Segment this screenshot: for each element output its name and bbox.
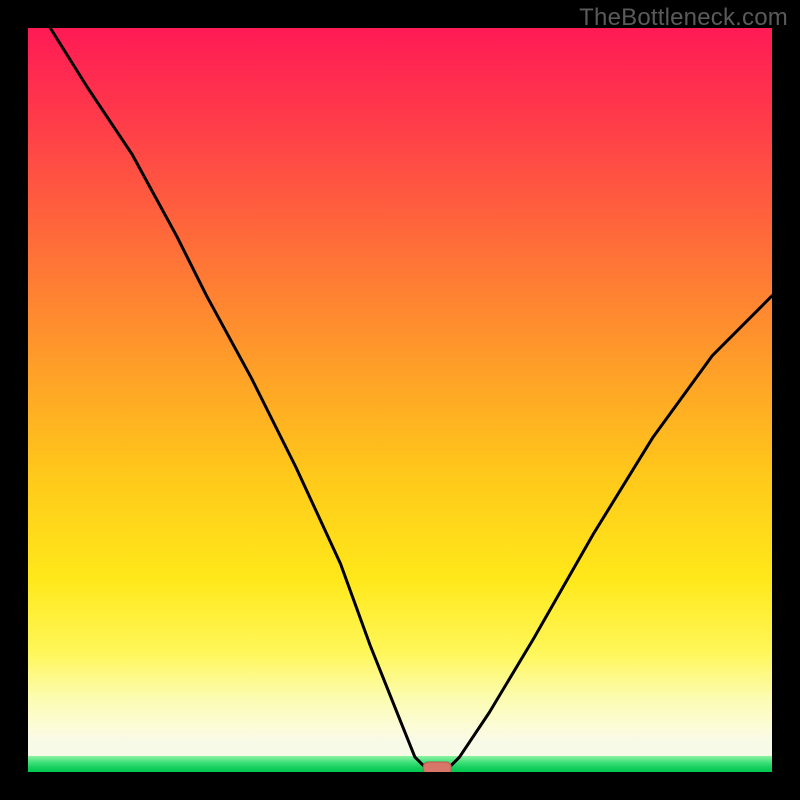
curve-svg [28, 28, 772, 772]
bottleneck-marker [423, 762, 451, 772]
watermark-text: TheBottleneck.com [579, 4, 788, 32]
chart-frame: TheBottleneck.com [0, 0, 800, 800]
plot-area [28, 28, 772, 772]
bottleneck-curve [50, 28, 772, 772]
